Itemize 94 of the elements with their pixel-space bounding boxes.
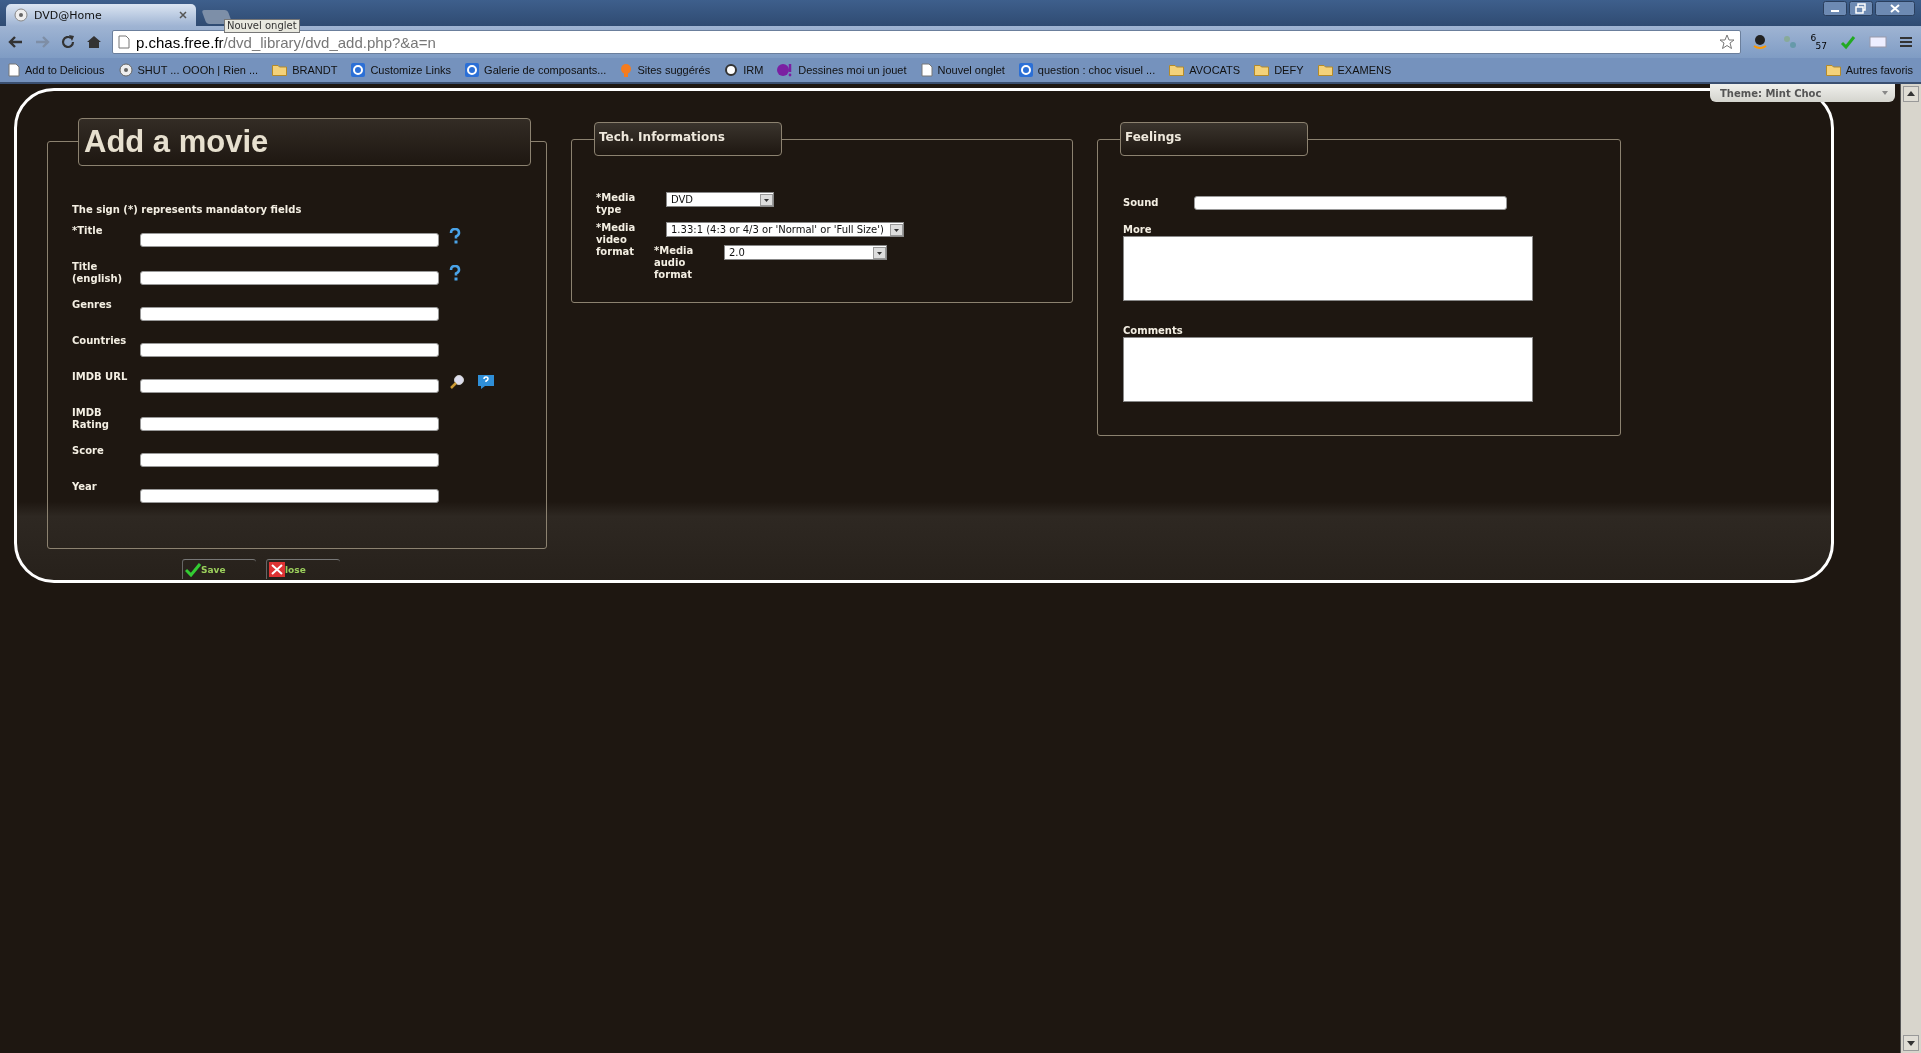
bookmark[interactable]: question : choc visuel ... — [1018, 63, 1156, 77]
back-icon[interactable] — [8, 34, 24, 50]
text-field[interactable] — [140, 417, 439, 431]
bookmark[interactable]: BRANDT — [272, 64, 338, 76]
disc-icon — [118, 63, 133, 77]
field-label: More — [1123, 224, 1153, 236]
bookmark[interactable]: Nouvel onglet — [920, 63, 1005, 77]
close-icon — [269, 562, 285, 577]
dropdown[interactable]: 1.33:1 (4:3 or 4/3 or 'Normal' or 'Full Size') — [666, 222, 904, 237]
check-icon — [185, 562, 201, 577]
scroll-up-icon[interactable] — [1903, 86, 1919, 102]
field-label: *Media audio format — [654, 245, 695, 281]
folder-icon — [1254, 64, 1270, 76]
text-field[interactable] — [1194, 196, 1507, 210]
help-bubble-icon[interactable] — [477, 374, 495, 390]
help-icon[interactable] — [449, 228, 461, 244]
field-label: Score — [72, 445, 105, 457]
page-icon — [8, 63, 20, 77]
search-icon[interactable] — [449, 374, 465, 390]
url-text: p.chas.free.fr/dvd_library/dvd_add.php?&a=n — [136, 33, 436, 51]
save-button[interactable]: Save — [182, 559, 256, 579]
folder-icon — [1317, 64, 1333, 76]
close-icon[interactable] — [178, 10, 188, 20]
caret-icon — [1881, 90, 1889, 96]
theme-dropdown[interactable]: Theme: Mint Choc — [1710, 84, 1895, 102]
text-field[interactable] — [140, 343, 439, 357]
tab-title: DVD@Home — [34, 8, 102, 22]
exclaim-icon — [777, 63, 794, 77]
globe-icon — [465, 63, 480, 77]
text-field[interactable] — [140, 307, 439, 321]
dropdown[interactable]: 2.0 — [724, 245, 887, 260]
bookmark[interactable]: Sites suggérés — [620, 62, 711, 78]
reload-icon[interactable] — [60, 34, 76, 50]
field-label: Title (english) — [72, 261, 124, 285]
close-button[interactable]: lose — [266, 559, 340, 579]
caret-icon — [873, 246, 886, 259]
dropdown[interactable]: DVD — [666, 192, 774, 207]
text-field[interactable] — [140, 453, 439, 467]
bookmark[interactable]: Add to Delicious — [8, 63, 105, 77]
panel-title: Feelings — [1125, 130, 1182, 144]
page-icon — [118, 35, 130, 49]
address-bar[interactable]: p.chas.free.fr/dvd_library/dvd_add.php?&a=n — [112, 30, 1741, 54]
browser-tab[interactable]: DVD@Home — [6, 4, 196, 26]
page-title: Add a movie — [84, 124, 269, 160]
field-label: IMDB URL — [72, 371, 129, 383]
folder-icon — [1169, 64, 1185, 76]
field-label: Comments — [1123, 325, 1184, 337]
close-icon[interactable] — [1875, 1, 1915, 16]
field-label: *Title — [72, 225, 104, 237]
folder-icon — [1825, 64, 1841, 76]
restore-icon[interactable] — [1849, 1, 1873, 16]
globe-icon — [351, 63, 366, 77]
bookmark[interactable]: Dessines moi un jouet — [777, 63, 907, 77]
bookmark[interactable]: DEFY — [1254, 64, 1304, 76]
home-icon[interactable] — [86, 34, 102, 50]
bookmark[interactable]: EXAMENS — [1317, 64, 1392, 76]
caret-icon — [889, 223, 903, 236]
bookmark[interactable]: Customize Links — [351, 63, 452, 77]
mandatory-note: The sign (*) represents mandatory fields — [72, 204, 303, 215]
minimize-icon[interactable] — [1823, 1, 1847, 16]
bookmark[interactable]: SHUT ... OOOh | Rien ... — [118, 63, 259, 77]
field-label: *Media video format — [596, 222, 637, 258]
text-field[interactable] — [140, 489, 439, 503]
help-icon[interactable] — [449, 265, 461, 281]
folder-icon — [272, 64, 288, 76]
tooltip: Nouvel onglet — [224, 19, 300, 33]
disc-icon — [14, 8, 28, 22]
field-label: *Media type — [596, 192, 637, 216]
field-label: Sound — [1123, 197, 1160, 209]
caret-icon — [760, 193, 773, 206]
text-field[interactable] — [140, 379, 439, 393]
field-label: IMDB Rating — [72, 407, 110, 431]
ring-icon — [724, 63, 739, 77]
field-label: Year — [72, 481, 98, 493]
bookmark[interactable]: Galerie de composants... — [465, 63, 607, 77]
page-icon — [920, 63, 933, 77]
field-label: Countries — [72, 335, 128, 347]
text-area[interactable] — [1123, 337, 1533, 402]
text-field[interactable] — [140, 233, 439, 247]
panel-title: Tech. Informations — [599, 130, 725, 144]
field-label: Genres — [72, 299, 113, 311]
bookmark[interactable]: IRM — [724, 63, 764, 77]
star-icon[interactable] — [1718, 34, 1735, 50]
text-area[interactable] — [1123, 236, 1533, 301]
bulb-icon — [620, 62, 633, 78]
menu-icon[interactable] — [1899, 35, 1913, 49]
scroll-down-icon[interactable] — [1903, 1035, 1919, 1051]
bookmark[interactable]: AVOCATS — [1169, 64, 1241, 76]
scrollbar[interactable] — [1900, 84, 1921, 1053]
bookmark[interactable]: Autres favoris — [1825, 64, 1913, 76]
text-field[interactable] — [140, 271, 439, 285]
check-icon[interactable] — [1839, 33, 1857, 51]
globe-icon — [1018, 63, 1033, 77]
clock-badge[interactable]: 6 57 — [1810, 34, 1827, 50]
